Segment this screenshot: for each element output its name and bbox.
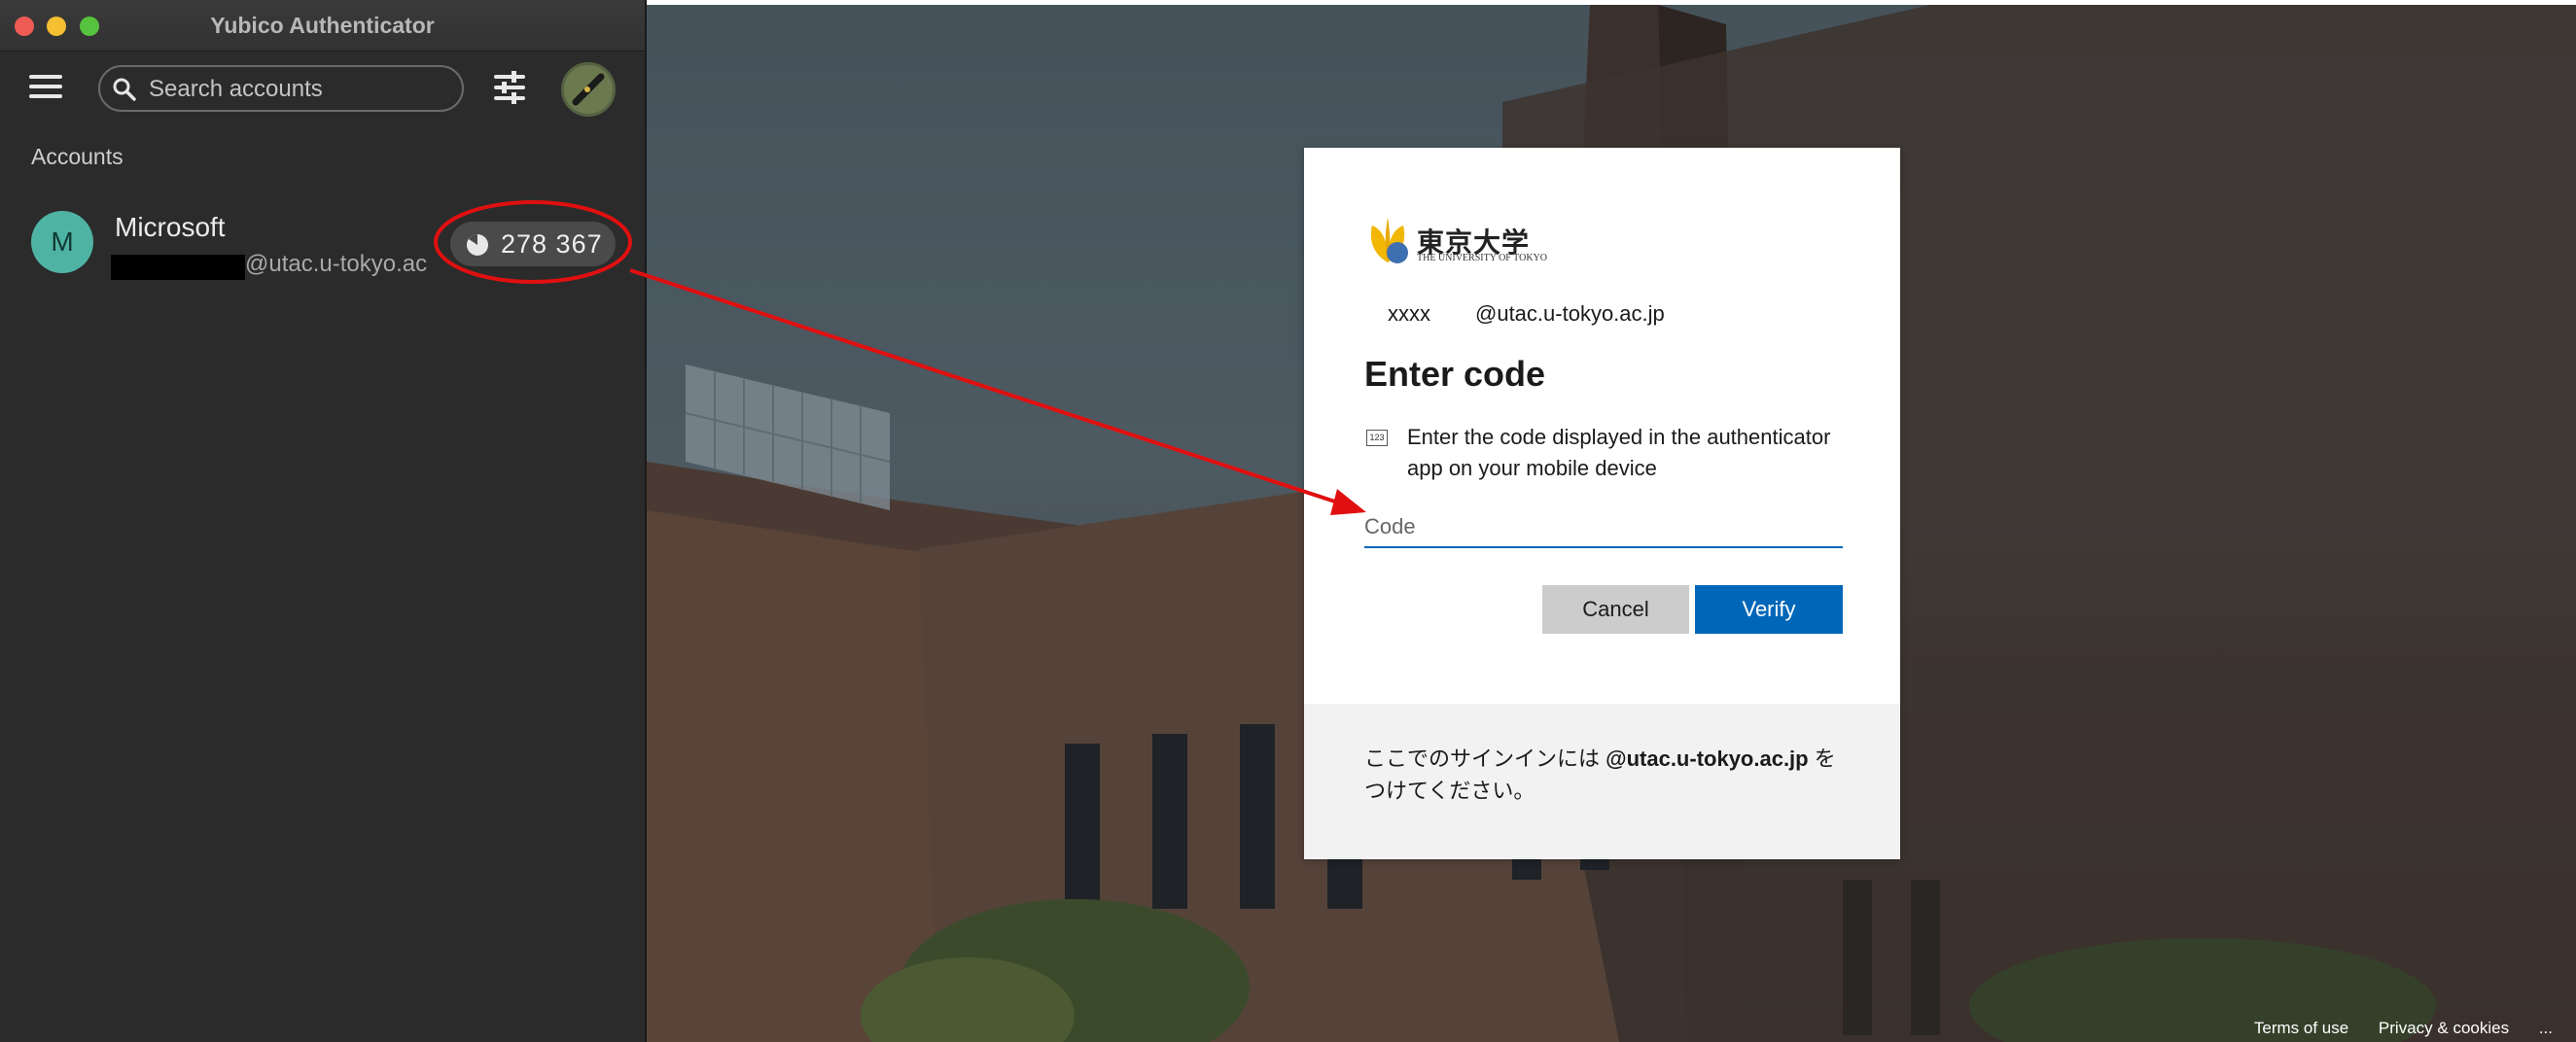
window-titlebar: Yubico Authenticator — [0, 0, 645, 52]
filter-settings-icon[interactable] — [493, 71, 526, 104]
user-domain: @utac.u-tokyo.ac.jp — [1475, 301, 1665, 326]
accounts-section-label: Accounts — [31, 144, 124, 169]
account-item-microsoft[interactable]: M Microsoft @utac.u-tokyo.ac 278 367 — [0, 194, 645, 292]
sign-in-hint-domain: @utac.u-tokyo.ac.jp — [1606, 747, 1809, 771]
user-id: xxxx — [1388, 301, 1430, 326]
app-toolbar — [0, 52, 645, 123]
key-device-glyph — [572, 73, 605, 106]
yubico-window: Yubico Authenticator Accounts — [0, 0, 647, 1042]
account-avatar: M — [31, 211, 93, 273]
search-icon — [113, 78, 136, 101]
otp-code: 278 367 — [501, 229, 603, 259]
dialog-footer: ここでのサインインには @utac.u-tokyo.ac.jp をつけてください… — [1304, 704, 1900, 859]
sign-in-dialog: 東京大学 THE UNIVERSITY OF TOKYO xxxx @utac.… — [1304, 148, 1900, 859]
hamburger-menu-icon[interactable] — [29, 75, 62, 100]
code-input[interactable] — [1364, 507, 1843, 548]
page-footer: Terms of use Privacy & cookies ... — [2229, 1019, 2553, 1038]
university-logo-subtext: THE UNIVERSITY OF TOKYO — [1417, 253, 1547, 263]
cancel-button[interactable]: Cancel — [1542, 585, 1689, 634]
redacted-email — [111, 255, 245, 280]
yubikey-icon[interactable] — [561, 62, 616, 117]
account-email: @utac.u-tokyo.ac — [245, 251, 428, 277]
more-options-button[interactable]: ... — [2539, 1019, 2553, 1037]
window-title: Yubico Authenticator — [210, 13, 435, 38]
terms-link[interactable]: Terms of use — [2254, 1019, 2348, 1037]
search-box[interactable] — [98, 65, 464, 112]
verify-button[interactable]: Verify — [1695, 585, 1843, 634]
instruction-text: Enter the code displayed in the authenti… — [1407, 425, 1831, 480]
search-input[interactable] — [147, 73, 452, 106]
number-code-icon: 123 — [1366, 430, 1388, 446]
otp-code-button[interactable]: 278 367 — [450, 222, 616, 266]
page-title: Enter code — [1364, 354, 1546, 394]
sign-in-hint: ここでのサインインには @utac.u-tokyo.ac.jp をつけてください… — [1364, 743, 1851, 807]
account-name: Microsoft — [115, 212, 226, 242]
university-logo-icon — [1370, 218, 1408, 263]
timer-icon — [467, 234, 488, 256]
privacy-link[interactable]: Privacy & cookies — [2379, 1019, 2509, 1037]
sign-in-hint-pre: ここでのサインインには — [1364, 747, 1606, 771]
